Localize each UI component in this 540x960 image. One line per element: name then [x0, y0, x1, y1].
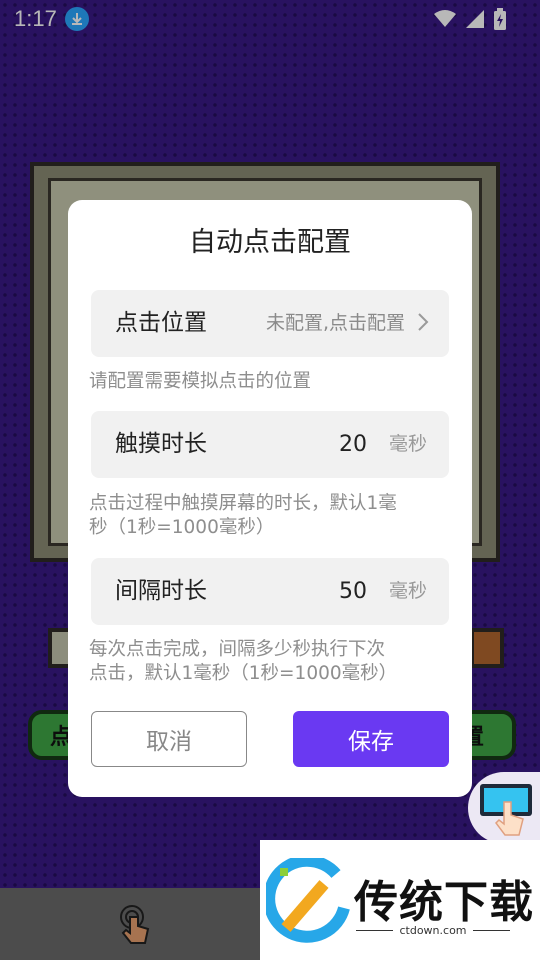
touch-duration-hint-line: 秒（1秒=1000毫秒）: [89, 517, 275, 538]
click-position-hint: 请配置需要模拟点击的位置: [89, 371, 312, 392]
touch-duration-hint-line: 点击过程中触摸屏幕的时长，默认1毫: [89, 493, 397, 514]
floating-tap-button[interactable]: [468, 772, 540, 844]
auto-click-config-dialog: 自动点击配置 点击位置 未配置,点击配置 请配置需要模拟点击的位置 触摸时长 2…: [68, 200, 472, 797]
interval-duration-hint-line: 每次点击完成，间隔多少秒执行下次: [89, 639, 386, 660]
cancel-button[interactable]: 取消: [91, 711, 247, 767]
click-position-row[interactable]: 点击位置 未配置,点击配置: [91, 290, 449, 357]
interval-duration-unit: 毫秒: [388, 580, 427, 602]
interval-duration-label: 间隔时长: [115, 578, 207, 604]
touch-duration-label: 触摸时长: [115, 431, 207, 457]
click-position-label: 点击位置: [115, 310, 207, 336]
watermark: 传统下载 ctdown.com: [260, 840, 540, 960]
chevron-right-icon: [418, 313, 429, 331]
watermark-brand: 传统下载: [354, 877, 534, 928]
click-position-value: 未配置,点击配置: [265, 312, 405, 334]
touch-duration-unit: 毫秒: [388, 433, 427, 455]
watermark-url-row: ctdown.com: [356, 924, 510, 937]
interval-duration-row: 间隔时长 50 毫秒: [91, 558, 449, 625]
save-button[interactable]: 保存: [293, 711, 449, 767]
touch-duration-row: 触摸时长 20 毫秒: [91, 411, 449, 478]
interval-duration-input[interactable]: 50: [339, 558, 367, 625]
touch-duration-hint: 点击过程中触摸屏幕的时长，默认1毫 秒（1秒=1000毫秒）: [89, 492, 457, 540]
watermark-url: ctdown.com: [399, 924, 467, 937]
floating-tap-icon: [480, 784, 532, 836]
watermark-logo-icon: [266, 858, 350, 943]
interval-duration-hint: 每次点击完成，间隔多少秒执行下次 点击，默认1毫秒（1秒=1000毫秒）: [89, 638, 457, 686]
touch-duration-input[interactable]: 20: [339, 411, 367, 478]
interval-duration-hint-line: 点击，默认1毫秒（1秒=1000毫秒）: [89, 663, 398, 684]
dialog-title: 自动点击配置: [189, 227, 351, 258]
